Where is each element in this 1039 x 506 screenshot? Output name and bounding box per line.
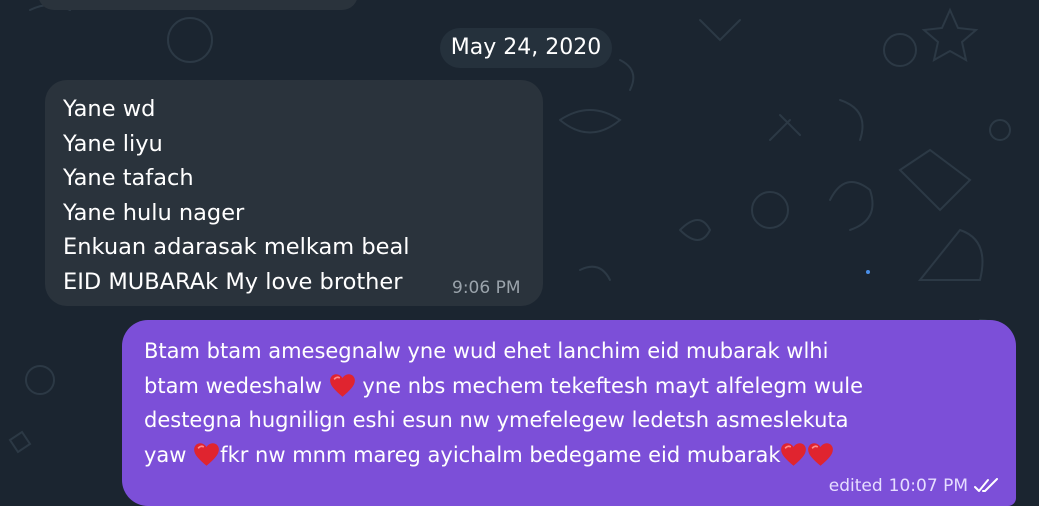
red-heart-icon bbox=[194, 442, 220, 466]
previous-message-bubble[interactable] bbox=[38, 0, 358, 10]
message-line: btam wedeshalw yne nbs mechem tekeftesh … bbox=[144, 373, 864, 398]
message-line: Enkuan adarasak melkam beal bbox=[63, 234, 410, 260]
message-line: Btam btam amesegnalw yne wud ehet lanchi… bbox=[144, 339, 829, 363]
date-separator: May 24, 2020 bbox=[440, 28, 612, 68]
message-line: yaw fkr nw mnm mareg ayichalm bedegame e… bbox=[144, 438, 1004, 473]
double-check-icon bbox=[974, 478, 998, 492]
outgoing-message-meta: edited 10:07 PM bbox=[829, 476, 1000, 496]
incoming-message-bubble[interactable]: Yane wd Yane liyu Yane tafach Yane hulu … bbox=[45, 80, 543, 306]
message-line: EID MUBARAk My love brother bbox=[63, 268, 403, 295]
incoming-message-time: 9:06 PM bbox=[452, 278, 521, 298]
outgoing-message-time: 10:07 PM bbox=[888, 476, 968, 496]
message-line: destegna hugnilign eshi esun nw ymefeleg… bbox=[144, 408, 849, 432]
message-line: Yane wd bbox=[63, 96, 156, 122]
red-heart-icon bbox=[781, 442, 807, 466]
message-line: Yane hulu nager bbox=[63, 199, 245, 226]
red-heart-icon bbox=[329, 373, 355, 397]
outgoing-message-bubble[interactable]: Btam btam amesegnalw yne wud ehet lanchi… bbox=[122, 320, 1016, 506]
message-line: Yane liyu bbox=[63, 130, 163, 157]
decorative-dot bbox=[866, 270, 870, 274]
red-heart-icon bbox=[808, 442, 834, 466]
outgoing-message-text: Btam btam amesegnalw yne wud ehet lanchi… bbox=[144, 334, 1004, 472]
message-line: Yane tafach bbox=[63, 165, 194, 191]
incoming-message-text: Yane wd Yane liyu Yane tafach Yane hulu … bbox=[63, 92, 410, 299]
edited-label: edited bbox=[828, 476, 883, 496]
